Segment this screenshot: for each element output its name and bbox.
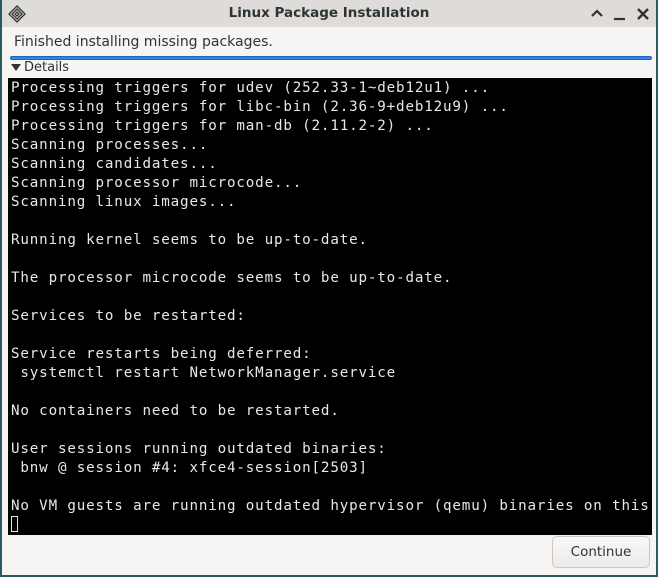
terminal-cursor <box>11 516 18 532</box>
window-title: Linux Package Installation <box>228 5 430 21</box>
terminal-line: Scanning processes... <box>11 137 209 153</box>
terminal-line: Running kernel seems to be up-to-date. <box>11 232 368 248</box>
terminal-line: Processing triggers for man-db (2.11.2-2… <box>11 118 434 134</box>
terminal-line: Scanning linux images... <box>11 194 237 210</box>
maximize-button[interactable] <box>587 4 607 24</box>
terminal-line: Scanning processor microcode... <box>11 175 303 191</box>
terminal-line: Service restarts being deferred: <box>11 346 312 362</box>
terminal-line: No containers need to be restarted. <box>11 403 340 419</box>
terminal-line: User sessions running outdated binaries: <box>11 441 387 457</box>
terminal-line: Processing triggers for libc-bin (2.36-9… <box>11 99 509 115</box>
terminal-line: systemctl restart NetworkManager.service <box>11 365 397 381</box>
terminal-line: Services to be restarted: <box>11 308 246 324</box>
terminal-prompt-line <box>11 516 652 535</box>
minimize-button[interactable] <box>610 4 630 24</box>
terminal-output[interactable]: Processing triggers for udev (252.33-1~d… <box>8 78 652 535</box>
progress-bar <box>10 56 652 60</box>
status-text: Finished installing missing packages. <box>14 34 273 50</box>
title-bar[interactable]: Linux Package Installation <box>2 0 656 27</box>
package-installation-window: Linux Package Installation Finished inst… <box>0 0 658 577</box>
close-button[interactable] <box>633 4 653 24</box>
terminal-line: The processor microcode seems to be up-t… <box>11 270 453 286</box>
details-expander[interactable]: Details <box>11 60 69 75</box>
details-label: Details <box>24 60 70 75</box>
expander-arrow-down-icon <box>11 64 21 71</box>
terminal-line: Processing triggers for udev (252.33-1~d… <box>11 80 490 96</box>
continue-button[interactable]: Continue <box>552 536 650 568</box>
terminal-line: bnw @ session #4: xfce4-session[2503] <box>11 460 368 476</box>
terminal-line: No VM guests are running outdated hyperv… <box>11 498 652 514</box>
terminal-line: Scanning candidates... <box>11 156 218 172</box>
